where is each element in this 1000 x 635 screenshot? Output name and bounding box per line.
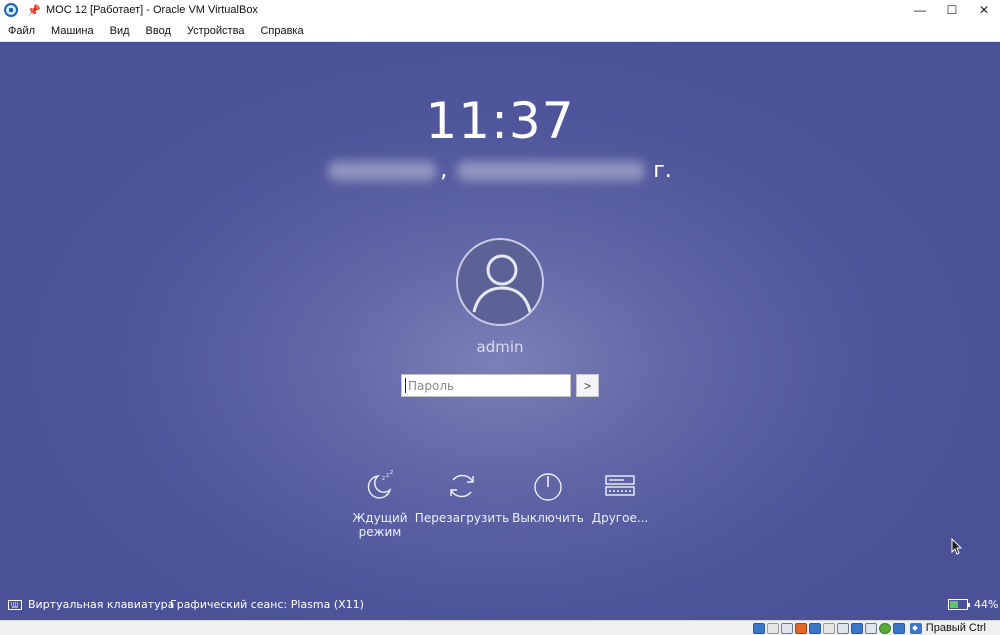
text-cursor xyxy=(405,378,406,393)
recording-icon[interactable] xyxy=(850,622,863,634)
redacted-date xyxy=(457,160,646,181)
user-avatar-icon xyxy=(472,254,532,313)
battery-icon xyxy=(948,599,970,610)
date-separator: , xyxy=(440,158,448,183)
login-date: , г. xyxy=(0,158,1000,183)
network-icon[interactable] xyxy=(794,622,807,634)
restart-action[interactable]: Перезагрузить xyxy=(414,470,510,525)
mouse-pointer-icon xyxy=(951,538,963,555)
svg-text:z: z xyxy=(390,470,393,476)
menu-bar: Файл Машина Вид Ввод Устройства Справка xyxy=(0,20,1000,42)
session-selector[interactable]: Графический сеанс: Plasma (X11) xyxy=(170,598,364,611)
cpu-icon[interactable] xyxy=(864,622,877,634)
hard-disk-icon[interactable] xyxy=(752,622,765,634)
usb-icon[interactable] xyxy=(808,622,821,634)
menu-machine[interactable]: Машина xyxy=(43,20,102,42)
close-button[interactable]: ✕ xyxy=(968,0,1000,20)
redacted-weekday xyxy=(328,160,437,181)
user-avatar[interactable] xyxy=(456,238,544,326)
host-key-icon xyxy=(909,622,922,634)
menu-input[interactable]: Ввод xyxy=(138,20,179,42)
restart-icon xyxy=(450,474,474,498)
keyboard-icon xyxy=(8,599,22,610)
sleep-icon: z z z xyxy=(367,469,393,499)
login-clock: 11:37 xyxy=(425,92,575,150)
svg-text:z: z xyxy=(382,475,385,482)
restart-label: Перезагрузить xyxy=(414,511,510,525)
virtualbox-logo-icon xyxy=(4,3,18,17)
audio-icon[interactable] xyxy=(780,622,793,634)
menu-help[interactable]: Справка xyxy=(252,20,311,42)
power-icon xyxy=(534,473,562,501)
host-key-label: Правый Ctrl xyxy=(925,622,986,634)
optical-drive-icon[interactable] xyxy=(766,622,779,634)
menu-devices[interactable]: Устройства xyxy=(179,20,253,42)
username-label: admin xyxy=(476,338,524,356)
menu-file[interactable]: Файл xyxy=(0,20,43,42)
window-controls: — ☐ ✕ xyxy=(904,0,1000,20)
vm-status-bar: Правый Ctrl xyxy=(0,620,1000,635)
shared-folders-icon[interactable] xyxy=(822,622,835,634)
minimize-button[interactable]: — xyxy=(904,0,936,20)
guest-additions-icon[interactable] xyxy=(878,622,891,634)
svg-text:z: z xyxy=(386,472,389,479)
pin-icon[interactable]: 📌 xyxy=(27,4,41,17)
window-title-bar[interactable]: 📌 МОС 12 [Работает] - Oracle VM VirtualB… xyxy=(0,0,1000,20)
battery-fill xyxy=(950,601,958,608)
other-sessions-action[interactable]: Другое... xyxy=(572,470,668,525)
password-input[interactable] xyxy=(401,374,571,397)
login-submit-button[interactable]: > xyxy=(576,374,599,397)
battery-indicator: 44% xyxy=(948,598,998,611)
menu-view[interactable]: Вид xyxy=(102,20,138,42)
display-icon[interactable] xyxy=(836,622,849,634)
battery-percent: 44% xyxy=(974,598,999,611)
virtual-keyboard-button[interactable]: Виртуальная клавиатура xyxy=(8,598,174,611)
maximize-button[interactable]: ☐ xyxy=(936,0,968,20)
mouse-integration-icon[interactable] xyxy=(892,622,905,634)
vm-display[interactable]: 11:37 , г. admin > z z z Ждущий режим Пе… xyxy=(0,42,1000,620)
window-title: МОС 12 [Работает] - Oracle VM VirtualBox xyxy=(46,4,258,16)
other-sessions-icon xyxy=(605,475,635,496)
virtual-keyboard-label: Виртуальная клавиатура xyxy=(28,598,175,611)
date-suffix: г. xyxy=(653,158,672,183)
other-sessions-label: Другое... xyxy=(591,511,649,525)
